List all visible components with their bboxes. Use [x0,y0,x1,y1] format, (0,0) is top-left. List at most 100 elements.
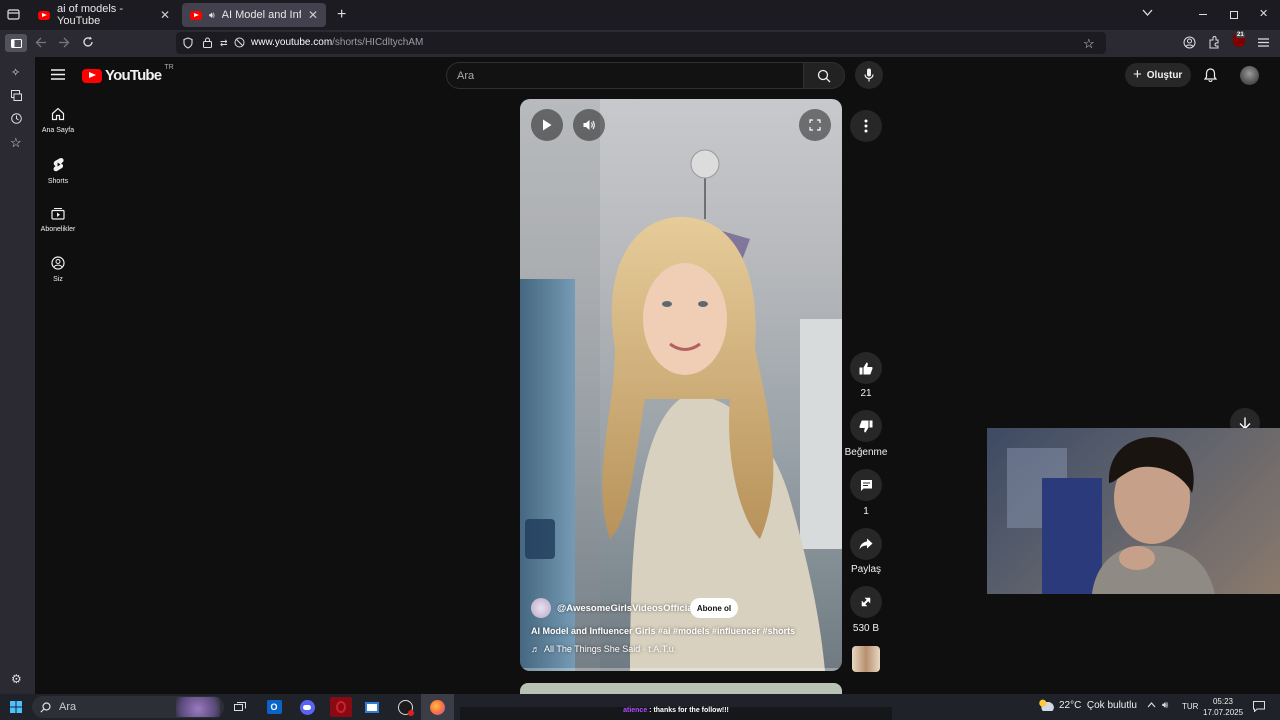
channel-avatar[interactable] [531,598,551,618]
youtube-logo[interactable]: YouTube TR [82,64,174,84]
tab-ai-model-influencer[interactable]: 🔊︎ AI Model and Influencer Gi ✕ [182,3,326,27]
discord-icon[interactable] [296,697,318,717]
close-window-button[interactable]: ✕ [1259,7,1268,20]
volume-tray-icon[interactable]: 🔊︎ [1162,700,1168,711]
firefox-icon[interactable] [421,694,454,720]
ai-chatbot-icon[interactable]: ✧ [11,66,20,79]
remix-button[interactable] [850,586,882,618]
notifications-bell-icon[interactable] [1204,68,1217,82]
show-hidden-icons[interactable] [1147,702,1156,708]
nav-shorts[interactable]: Shorts [35,157,81,185]
fullscreen-icon [809,119,821,131]
bookmarks-icon[interactable]: ☆ [10,135,22,151]
fullscreen-button[interactable] [799,109,831,141]
shorts-icon [53,158,64,172]
youtube-play-logo-icon [82,68,102,83]
share-icon [859,538,873,550]
nav-shorts-label: Shorts [47,178,69,185]
music-note-icon: ♬ [531,644,540,654]
clock[interactable]: 05:23 17.07.2025 [1203,696,1243,718]
stream-chat-overlay: atience : thanks for the follow!!! [460,707,892,720]
music-row[interactable]: ♬ All The Things She Said · t.A.T.u. [531,644,676,654]
guide-menu-icon[interactable] [51,69,65,80]
nav-subscriptions-label: Abonelikler [40,226,76,233]
webcam-image [1007,437,1215,594]
ublock-extension-icon[interactable]: 21 [1233,32,1245,47]
taskbar-search[interactable]: Ara [32,696,224,718]
voice-search-button[interactable] [855,61,883,89]
dislike-button[interactable] [850,410,882,442]
clock-time: 05:23 [1212,697,1234,706]
thumbs-down-icon [859,420,873,432]
play-icon [543,119,552,131]
like-count: 21 [860,388,872,399]
search-icon [40,701,51,713]
back-icon[interactable] [35,37,47,48]
plus-icon: + [1133,65,1142,83]
weather-widget[interactable]: 22°C Çok bulutlu [1038,699,1137,711]
search-highlight-image [176,697,220,717]
forward-icon[interactable] [58,37,70,48]
comments-button[interactable] [850,469,882,501]
url-text[interactable]: www.youtube.com/shorts/HICdltychAM [251,37,423,48]
autoplay-blocked-icon[interactable] [234,37,245,48]
start-button[interactable] [10,701,22,713]
nav-home[interactable]: Ana Sayfa [35,107,81,134]
reload-icon[interactable] [82,36,94,48]
obs-icon[interactable] [394,697,416,717]
account-icon[interactable] [1183,36,1196,49]
close-tab-icon[interactable]: ✕ [160,8,170,22]
outlook-icon[interactable]: O [263,697,285,717]
shield-icon[interactable] [183,37,193,49]
opera-icon[interactable] [330,697,352,717]
app-window-icon[interactable] [361,697,383,717]
permissions-icon[interactable]: ⇄ [220,38,228,49]
create-button[interactable]: + Oluştur [1125,63,1191,87]
notification-center-icon[interactable] [1253,701,1265,712]
you-icon [51,256,65,270]
speaker-icon[interactable]: 🔊︎ [209,10,215,21]
search-button[interactable] [803,62,845,89]
cloud-sun-icon [1038,699,1054,711]
synced-tabs-icon[interactable] [11,90,22,101]
progress-bar[interactable] [520,668,842,671]
short-title[interactable]: AI Model and Influencer Girls #ai #model… [531,626,795,636]
clock-date: 17.07.2025 [1203,708,1244,717]
remix-count: 530 B [852,623,880,634]
youtube-logo-text: YouTube [105,67,162,84]
mute-button[interactable] [573,109,605,141]
comment-count: 1 [863,506,869,517]
nav-you[interactable]: Siz [35,256,81,283]
avatar[interactable] [1240,66,1259,85]
tab-ai-of-models[interactable]: ai of models - YouTube ✕ [30,3,178,27]
sound-thumbnail[interactable] [852,646,880,672]
play-button[interactable] [531,109,563,141]
app-menu-icon[interactable] [1258,38,1269,47]
close-tab-icon[interactable]: ✕ [308,8,318,22]
short-video-player[interactable]: @AwesomeGirlsVideosOfficial AI Model and… [520,99,842,671]
lock-icon[interactable] [203,37,212,48]
share-button[interactable] [850,528,882,560]
new-tab-button[interactable]: + [337,6,346,24]
sidebar-toggle-button[interactable] [5,34,27,52]
nav-subscriptions[interactable]: Abonelikler [35,207,81,233]
chat-message: : thanks for the follow!!! [647,707,729,714]
task-view-icon[interactable] [229,697,251,717]
comment-icon [860,479,872,491]
more-options-button[interactable] [850,110,882,142]
history-icon[interactable] [11,113,22,124]
subscribe-button[interactable]: Abone ol [690,598,738,618]
video-frame-image [520,99,842,671]
extensions-icon[interactable] [1208,36,1220,49]
search-input[interactable]: Ara [446,62,804,89]
chat-username: atience [623,707,648,714]
like-button[interactable] [850,352,882,384]
input-language[interactable]: TUR [1182,702,1198,711]
tab-list-icon[interactable] [7,8,20,20]
minimize-button[interactable] [1199,14,1207,15]
sidebar-settings-icon[interactable]: ⚙ [11,672,22,686]
list-all-tabs-icon[interactable] [1142,9,1153,17]
restore-button[interactable] [1230,11,1238,19]
bookmark-star-icon[interactable]: ☆ [1083,36,1095,52]
channel-name[interactable]: @AwesomeGirlsVideosOfficial [557,603,695,614]
